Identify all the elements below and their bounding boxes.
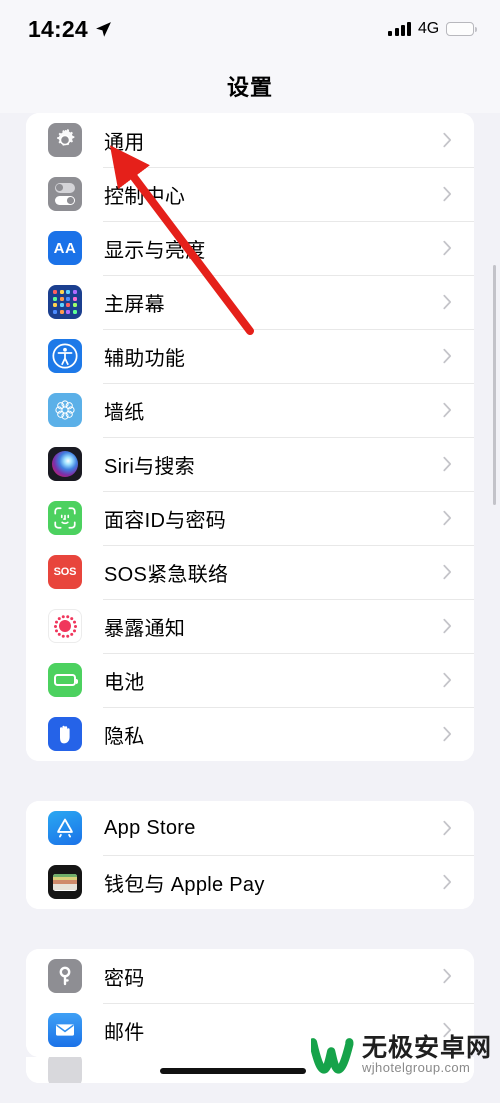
battery-icon: [48, 663, 82, 697]
settings-row[interactable]: 电池: [26, 653, 474, 707]
siri-icon: [48, 447, 82, 481]
chevron-right-icon: [443, 402, 452, 418]
settings-row-label: App Store: [104, 816, 196, 839]
watermark-brand: 无极安卓网: [361, 1034, 492, 1063]
settings-row-label: 主屏幕: [104, 293, 165, 316]
chevron-right-icon: [443, 820, 452, 836]
status-time: 14:24: [28, 15, 88, 42]
settings-row[interactable]: 通用: [26, 113, 474, 167]
settings-group-2: App Store 钱包与 Apple Pay: [26, 801, 474, 909]
mail-envelope-icon: [48, 1013, 82, 1047]
display-brightness-icon: AA: [48, 231, 82, 265]
settings-row-label: 隐私: [104, 725, 145, 748]
vertical-scrollbar[interactable]: [493, 265, 496, 505]
chevron-right-icon: [443, 618, 452, 634]
battery-low-icon: [446, 22, 478, 36]
settings-row[interactable]: App Store: [26, 801, 474, 855]
privacy-hand-icon: [48, 717, 82, 751]
settings-row-label: 墙纸: [104, 401, 145, 424]
settings-row-label: 密码: [104, 967, 145, 990]
chevron-right-icon: [443, 186, 452, 202]
settings-row[interactable]: 控制中心: [26, 167, 474, 221]
settings-row[interactable]: 暴露通知: [26, 599, 474, 653]
chevron-right-icon: [443, 294, 452, 310]
settings-list: 通用 控制中心 AA 显示与亮度 主屏幕 辅助功能 墙纸 Siri与搜索 面容ID与密码 SOS S…: [0, 113, 500, 1103]
chevron-right-icon: [443, 132, 452, 148]
home-screen-icon: [48, 285, 82, 319]
settings-row-label: 辅助功能: [104, 347, 186, 370]
settings-row[interactable]: AA 显示与亮度: [26, 221, 474, 275]
watermark-logo-icon: [310, 1038, 354, 1074]
status-bar-left: 14:24: [28, 16, 112, 43]
page-title: 设置: [226, 75, 273, 100]
app-store-icon: [48, 811, 82, 845]
settings-row[interactable]: Siri与搜索: [26, 437, 474, 491]
chevron-right-icon: [443, 240, 452, 256]
home-indicator[interactable]: [160, 1068, 306, 1074]
key-icon: [48, 959, 82, 993]
chevron-right-icon: [443, 510, 452, 526]
settings-row-label: 通用: [104, 131, 145, 154]
face-id-icon: [48, 501, 82, 535]
location-arrow-icon: [95, 21, 112, 38]
wallet-icon: [48, 865, 82, 899]
status-bar-right: 4G: [388, 20, 478, 38]
navigation-bar: 设置: [0, 58, 500, 113]
cellular-signal-icon: [388, 22, 412, 36]
chevron-right-icon: [443, 874, 452, 890]
settings-group-1: 通用 控制中心 AA 显示与亮度 主屏幕 辅助功能 墙纸 Siri与搜索 面容ID与密码 SOS S…: [26, 113, 474, 761]
settings-row-label: 控制中心: [104, 185, 186, 208]
settings-row-label: 电池: [104, 671, 145, 694]
chevron-right-icon: [443, 726, 452, 742]
status-bar: 14:24 4G: [0, 0, 500, 58]
chevron-right-icon: [443, 968, 452, 984]
accessibility-icon: [48, 339, 82, 373]
partial-row-icon: [48, 1057, 82, 1083]
chevron-right-icon: [443, 672, 452, 688]
settings-row[interactable]: 辅助功能: [26, 329, 474, 383]
settings-row[interactable]: 面容ID与密码: [26, 491, 474, 545]
control-center-icon: [48, 177, 82, 211]
settings-row[interactable]: 钱包与 Apple Pay: [26, 855, 474, 909]
settings-row[interactable]: 隐私: [26, 707, 474, 761]
chevron-right-icon: [443, 456, 452, 472]
settings-row[interactable]: 主屏幕: [26, 275, 474, 329]
watermark: 无极安卓网 wjhotelgroup.com: [310, 1035, 492, 1075]
watermark-url: wjhotelgroup.com: [361, 1060, 471, 1076]
settings-row-label: 暴露通知: [104, 617, 186, 640]
exposure-notification-icon: [48, 609, 82, 643]
settings-row-label: 面容ID与密码: [104, 509, 227, 532]
watermark-text: 无极安卓网 wjhotelgroup.com: [362, 1035, 492, 1075]
settings-row-label: SOS紧急联络: [104, 563, 229, 586]
chevron-right-icon: [443, 564, 452, 580]
wallpaper-icon: [48, 393, 82, 427]
chevron-right-icon: [443, 348, 452, 364]
sos-icon: SOS: [48, 555, 82, 589]
settings-row[interactable]: 墙纸: [26, 383, 474, 437]
settings-row[interactable]: SOS SOS紧急联络: [26, 545, 474, 599]
settings-row[interactable]: 密码: [26, 949, 474, 1003]
network-type-label: 4G: [418, 20, 439, 37]
settings-row-label: 显示与亮度: [104, 239, 206, 262]
settings-row-label: Siri与搜索: [104, 455, 195, 478]
settings-row-label: 钱包与 Apple Pay: [104, 873, 265, 896]
gear-icon: [48, 123, 82, 157]
